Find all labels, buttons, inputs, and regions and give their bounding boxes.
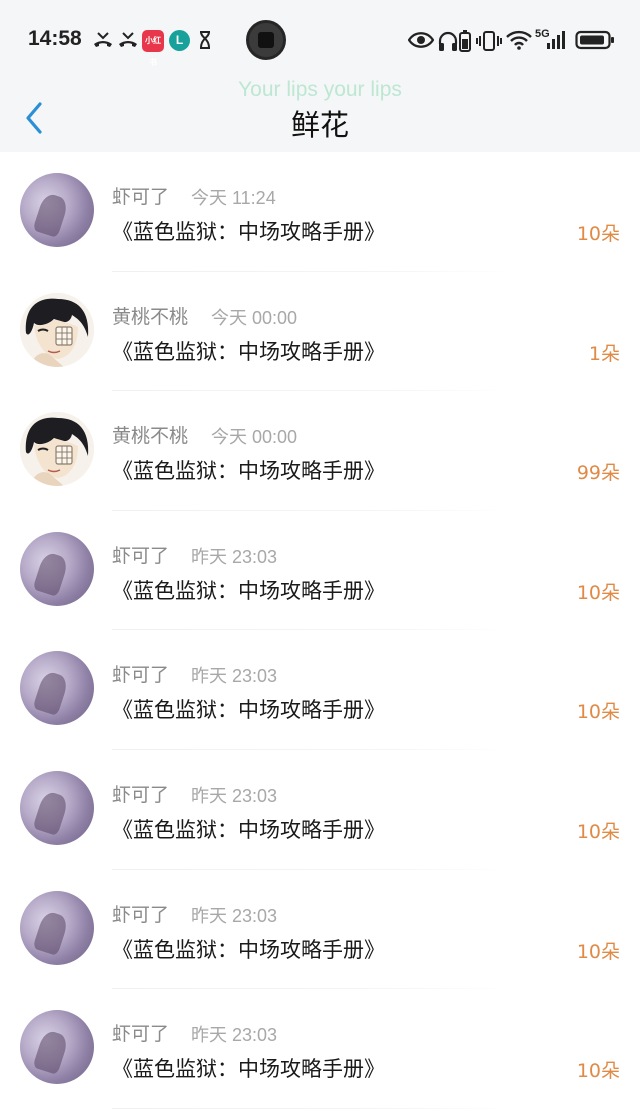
eye-icon	[408, 32, 434, 48]
flower-list: 虾可了 今天 11:24 《蓝色监狱：中场攻略手册》 10朵 黄桃不桃 今天 00:00 《…	[0, 152, 640, 1109]
list-item[interactable]: 黄桃不桃 今天 00:00 《蓝色监狱：中场攻略手册》 99朵	[0, 391, 640, 511]
user-name[interactable]: 虾可了	[112, 660, 169, 687]
book-title[interactable]: 《蓝色监狱：中场攻略手册》	[112, 455, 385, 485]
flower-count: 10朵	[576, 701, 620, 724]
timestamp: 昨天 23:03	[191, 905, 278, 926]
timestamp: 昨天 23:03	[191, 1025, 278, 1046]
avatar[interactable]	[20, 651, 94, 726]
book-title[interactable]: 《蓝色监狱：中场攻略手册》	[112, 1053, 385, 1083]
timestamp: 昨天 23:03	[191, 546, 278, 567]
timestamp: 今天 11:24	[191, 188, 276, 208]
avatar[interactable]	[20, 531, 94, 606]
flower-count: 1朵	[588, 342, 620, 365]
timestamp: 昨天 23:03	[191, 666, 278, 687]
battery-icon	[575, 30, 614, 50]
status-bar: 14:58 小红书 L 5G	[0, 0, 640, 70]
user-name[interactable]: 虾可了	[112, 1019, 169, 1046]
vibrate-icon	[476, 31, 502, 51]
book-title[interactable]: 《蓝色监狱：中场攻略手册》	[112, 934, 385, 964]
avatar[interactable]	[20, 770, 94, 845]
l-app-icon: L	[169, 30, 190, 51]
avatar[interactable]	[20, 173, 94, 247]
missed-call-icon	[94, 32, 112, 47]
flower-count: 10朵	[576, 940, 620, 963]
user-name[interactable]: 黄桃不桃	[112, 302, 188, 329]
user-name[interactable]: 虾可了	[112, 900, 169, 927]
avatar[interactable]	[20, 890, 94, 965]
flower-count: 10朵	[576, 820, 620, 843]
lyric-overlay: Your lips your lips	[238, 78, 402, 101]
user-name[interactable]: 虾可了	[112, 541, 169, 568]
status-time: 14:58	[28, 27, 82, 50]
avatar[interactable]	[20, 412, 94, 487]
page-title: 鲜花	[290, 108, 349, 142]
avatar[interactable]	[20, 292, 94, 367]
headphones-icon	[438, 31, 458, 51]
book-title[interactable]: 《蓝色监狱：中场攻略手册》	[112, 575, 385, 605]
hourglass-icon	[200, 31, 210, 49]
list-item[interactable]: 虾可了 昨天 23:03 《蓝色监狱：中场攻略手册》 10朵	[0, 511, 640, 631]
nav-bar: Your lips your lips 鲜花	[0, 70, 640, 152]
flower-count: 99朵	[576, 462, 620, 485]
book-title[interactable]: 《蓝色监狱：中场攻略手册》	[112, 694, 385, 724]
timestamp: 今天 00:00	[211, 307, 298, 328]
book-title[interactable]: 《蓝色监狱：中场攻略手册》	[112, 216, 385, 246]
book-title[interactable]: 《蓝色监狱：中场攻略手册》	[112, 814, 385, 844]
list-item[interactable]: 虾可了 昨天 23:03 《蓝色监狱：中场攻略手册》 10朵	[0, 870, 640, 990]
user-name[interactable]: 虾可了	[112, 182, 169, 209]
avatar[interactable]	[20, 1010, 94, 1085]
flower-count: 10朵	[576, 1060, 620, 1083]
signal-icon	[547, 31, 565, 49]
user-name[interactable]: 虾可了	[112, 780, 169, 807]
list-item[interactable]: 黄桃不桃 今天 00:00 《蓝色监狱：中场攻略手册》 1朵	[0, 272, 640, 392]
battery-small-icon	[459, 30, 471, 52]
list-item[interactable]: 虾可了 昨天 23:03 《蓝色监狱：中场攻略手册》 10朵	[0, 989, 640, 1109]
list-item[interactable]: 虾可了 今天 11:24 《蓝色监狱：中场攻略手册》 10朵	[0, 152, 640, 272]
timestamp: 昨天 23:03	[191, 785, 278, 806]
flower-count: 10朵	[576, 223, 620, 245]
flower-count: 10朵	[576, 581, 620, 604]
divider	[112, 1107, 512, 1109]
app-badge-icon: 小红书	[142, 30, 164, 67]
missed-call-icon	[119, 32, 137, 47]
wifi-icon	[506, 30, 532, 50]
list-item[interactable]: 虾可了 昨天 23:03 《蓝色监狱：中场攻略手册》 10朵	[0, 750, 640, 870]
camera-island	[246, 20, 286, 60]
book-title[interactable]: 《蓝色监狱：中场攻略手册》	[112, 336, 385, 366]
user-name[interactable]: 黄桃不桃	[112, 421, 188, 448]
list-item[interactable]: 虾可了 昨天 23:03 《蓝色监狱：中场攻略手册》 10朵	[0, 630, 640, 750]
timestamp: 今天 00:00	[211, 427, 298, 448]
